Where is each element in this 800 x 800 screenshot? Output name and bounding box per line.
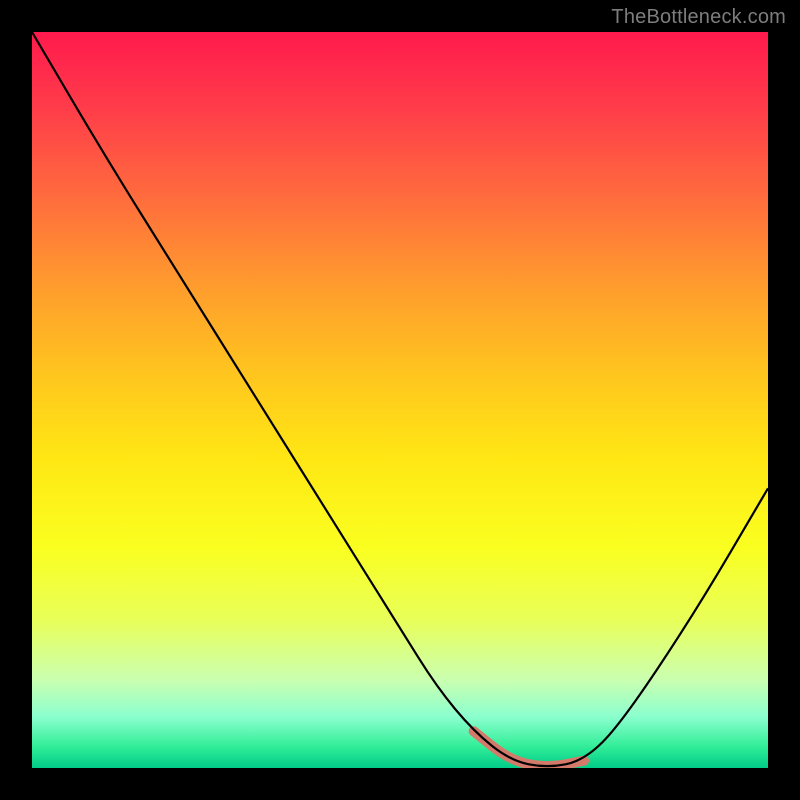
- chart-svg: [32, 32, 768, 768]
- frame-left: [0, 0, 32, 800]
- chart-curve: [32, 32, 768, 766]
- watermark-text: TheBottleneck.com: [611, 6, 786, 29]
- chart-highlight-segment: [474, 731, 584, 766]
- chart-plot-area: [32, 32, 768, 768]
- frame-bottom: [0, 768, 800, 800]
- frame-right: [768, 0, 800, 800]
